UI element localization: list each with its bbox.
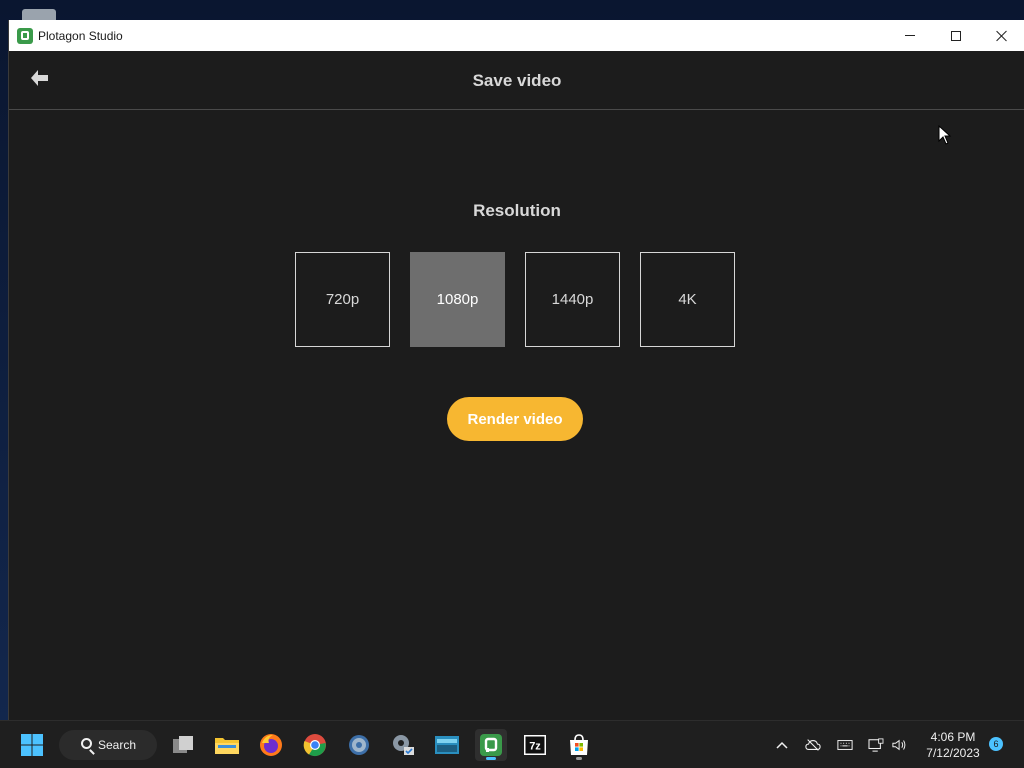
notification-badge[interactable]: 6 — [989, 737, 1003, 751]
store-icon — [570, 734, 588, 755]
cloud-offline-icon[interactable] — [805, 738, 821, 752]
active-indicator — [486, 757, 496, 760]
task-view-icon — [173, 736, 193, 753]
maximize-button[interactable] — [933, 20, 979, 51]
gear-check-icon — [393, 735, 414, 755]
chrome-icon — [303, 734, 326, 757]
clock-date: 7/12/2023 — [926, 746, 980, 760]
resolution-option-1080p[interactable]: 1080p — [410, 252, 505, 347]
taskbar-clock[interactable]: 4:06 PM 7/12/2023 — [918, 729, 988, 761]
gear-icon — [349, 735, 369, 755]
search-icon — [81, 738, 92, 749]
firefox-button[interactable] — [255, 729, 287, 761]
close-icon — [996, 30, 1008, 42]
chevron-up-icon[interactable] — [774, 738, 790, 752]
keyboard-screen-icon — [435, 736, 459, 754]
keyboard-app-button[interactable] — [431, 729, 463, 761]
start-button[interactable] — [16, 729, 48, 761]
resolution-option-1440p[interactable]: 1440p — [525, 252, 620, 347]
svg-text:7z: 7z — [529, 741, 541, 753]
window-title: Plotagon Studio — [38, 28, 123, 43]
resolution-heading: Resolution — [473, 201, 561, 220]
plotagon-app-icon — [17, 27, 33, 44]
folder-icon — [215, 738, 239, 754]
resolution-option-720p[interactable]: 720p — [295, 252, 390, 347]
chrome-button[interactable] — [299, 729, 331, 761]
search-label: Search — [98, 738, 137, 752]
window-titlebar[interactable]: Plotagon Studio — [9, 20, 1024, 51]
taskbar-search[interactable]: Search — [59, 730, 157, 760]
page-title: Save video — [472, 71, 562, 90]
7zip-icon: 7z — [524, 735, 546, 755]
settings-app-button[interactable] — [343, 729, 375, 761]
volume-icon[interactable] — [892, 738, 908, 752]
plotagon-icon — [480, 734, 502, 756]
minimize-icon — [905, 35, 915, 36]
page-header: Save video — [9, 51, 1024, 110]
app-window: Plotagon Studio Save video Resolution 72… — [8, 20, 1024, 720]
firefox-icon — [260, 734, 282, 756]
resolution-options: 720p 1080p 1440p 4K — [295, 252, 735, 347]
taskbar: Search 7z 4:06 PM 7/12/2023 — [0, 720, 1024, 768]
clock-time: 4:06 PM — [930, 730, 976, 744]
plotagon-taskbar-button[interactable] — [475, 729, 507, 761]
window-controls — [887, 20, 1024, 51]
minimize-button[interactable] — [887, 20, 933, 51]
resolution-option-4k[interactable]: 4K — [640, 252, 735, 347]
close-button[interactable] — [979, 20, 1024, 51]
network-icon[interactable] — [868, 738, 884, 752]
mouse-cursor-icon — [938, 125, 952, 145]
running-indicator — [576, 757, 582, 760]
7zip-button[interactable]: 7z — [519, 729, 551, 761]
maximize-icon — [951, 30, 961, 41]
file-explorer-button[interactable] — [211, 729, 243, 761]
keyboard-icon[interactable] — [837, 738, 853, 752]
windows-logo-icon — [21, 734, 43, 756]
render-video-button[interactable]: Render video — [447, 397, 583, 441]
task-view-button[interactable] — [167, 729, 199, 761]
store-button[interactable] — [563, 729, 595, 761]
control-panel-button[interactable] — [387, 729, 419, 761]
